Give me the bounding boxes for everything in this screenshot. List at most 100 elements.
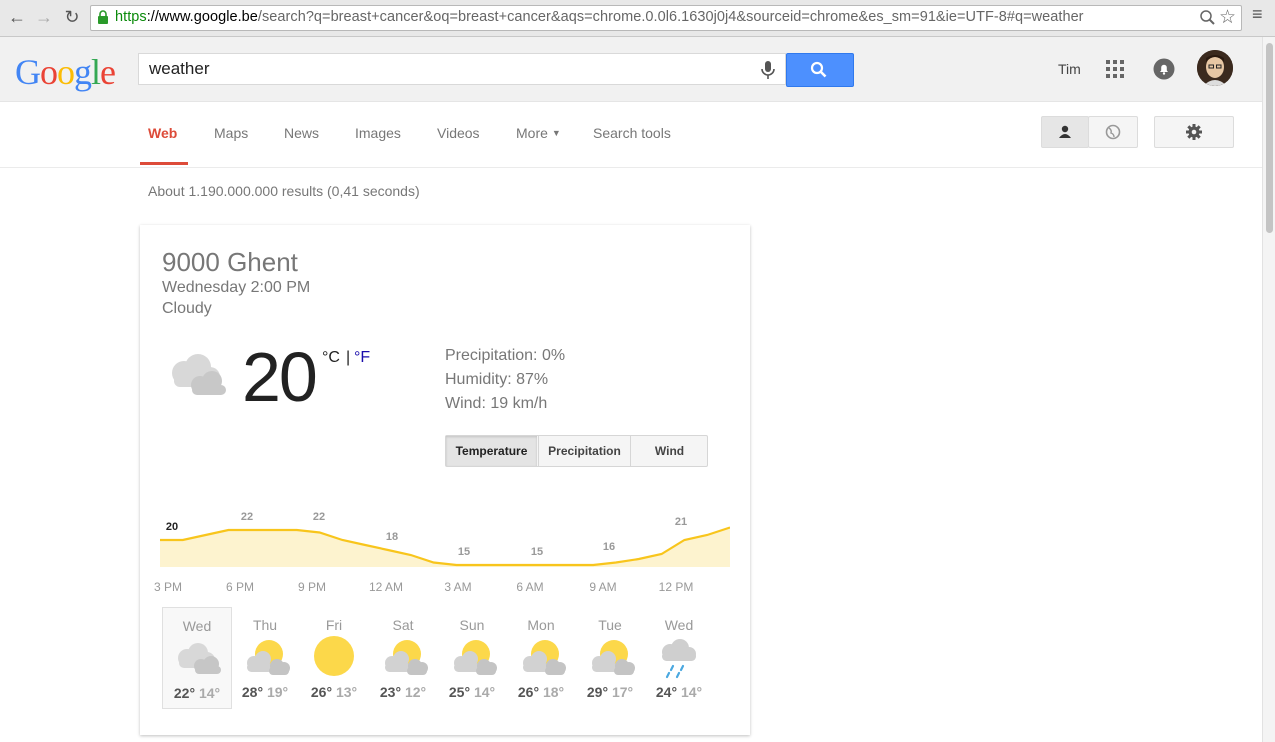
address-bar[interactable]: https://www.google.be/search?q=breast+ca… [90, 5, 1242, 31]
celsius-unit[interactable]: °C [322, 349, 340, 367]
browser-toolbar: ← → ↻ https://www.google.be/search?q=bre… [0, 0, 1275, 37]
forecast-low: 14° [680, 684, 703, 700]
forecast-day[interactable]: Wed 22° 14° [162, 607, 232, 709]
weather-datetime: Wednesday 2:00 PM [162, 279, 311, 296]
forecast-high: 22° [173, 685, 196, 701]
forecast-day[interactable]: Wed 24° 14° [645, 607, 713, 707]
forecast-high: 23° [379, 684, 402, 700]
search-tools-button[interactable]: Search tools [593, 125, 671, 141]
google-header: Google weather Tim [0, 37, 1262, 102]
cloudy-icon [178, 643, 221, 674]
partly-cloudy-icon [592, 640, 635, 675]
hide-personal-results-button[interactable] [1088, 116, 1138, 148]
profile-photo-icon [1197, 50, 1233, 86]
partly-cloudy-icon [454, 640, 497, 675]
precipitation-detail: Precipitation: 0% [445, 347, 566, 364]
time-tick-label: 6 PM [225, 580, 254, 594]
url-scheme: https [115, 9, 147, 25]
forecast-low: 12° [404, 684, 427, 700]
rain-icon [662, 639, 696, 679]
weather-card: 9000 Ghent Wednesday 2:00 PM Cloudy 20 °… [140, 225, 750, 735]
data-label: 16 [603, 541, 615, 553]
search-icon [810, 61, 827, 78]
data-label: 22 [313, 511, 325, 523]
settings-button[interactable] [1154, 116, 1234, 148]
weather-location: 9000 Ghent [162, 247, 298, 277]
gear-icon [1186, 124, 1202, 140]
forecast-day-name: Tue [598, 617, 622, 633]
unit-separator: | [346, 349, 351, 366]
search-nav: Web Maps News Images Videos More ▼ Search… [0, 102, 1262, 168]
tab-precipitation[interactable]: Precipitation [538, 436, 630, 466]
tab-temperature[interactable]: Temperature [446, 436, 537, 466]
tab-maps[interactable]: Maps [214, 125, 248, 141]
data-label: 21 [675, 516, 687, 528]
forecast-temps: 29° 17° [576, 684, 644, 700]
data-label: 20 [166, 521, 178, 533]
personal-results-button[interactable] [1041, 116, 1089, 148]
forecast-low: 19° [266, 684, 289, 700]
time-tick-label: 3 PM [153, 580, 182, 594]
search-button[interactable] [786, 53, 854, 87]
time-tick-label: 6 AM [516, 580, 544, 594]
forecast-high: 24° [655, 684, 678, 700]
forecast-high: 29° [586, 684, 609, 700]
forecast-high: 26° [310, 684, 333, 700]
person-icon [1059, 125, 1071, 138]
search-input[interactable]: weather [138, 53, 786, 85]
tab-more[interactable]: More ▼ [516, 125, 561, 141]
forecast-temps: 26° 13° [300, 684, 368, 700]
forecast-high: 26° [517, 684, 540, 700]
data-label: 22 [241, 511, 253, 523]
bookmark-star-icon[interactable]: ☆ [1219, 6, 1236, 29]
forecast-low: 13° [335, 684, 358, 700]
forecast-day-name: Fri [325, 617, 343, 633]
time-tick-label: 12 AM [368, 580, 404, 594]
weather-condition: Cloudy [162, 300, 212, 317]
zoom-icon[interactable] [1199, 9, 1217, 27]
forecast-high: 25° [448, 684, 471, 700]
user-name[interactable]: Tim [1058, 61, 1081, 77]
data-label: 18 [386, 531, 398, 543]
back-arrow-icon[interactable]: ← [6, 6, 28, 28]
menu-icon[interactable]: ≡ [1252, 4, 1263, 25]
forecast-day[interactable]: Tue 29° 17° [576, 607, 644, 707]
forecast-low: 14° [473, 684, 496, 700]
forward-arrow-icon[interactable]: → [33, 6, 55, 28]
url-path: /search?q=breast+cancer&oq=breast+cancer… [257, 9, 1084, 25]
page-scrollbar[interactable] [1262, 37, 1275, 742]
forecast-day-name: Mon [527, 617, 555, 633]
forecast-day[interactable]: Sun 25° 14° [438, 607, 506, 707]
forecast-day-name: Wed [182, 618, 212, 634]
forecast-temps: 28° 19° [231, 684, 299, 700]
fahrenheit-link[interactable]: °F [354, 349, 370, 367]
forecast-day[interactable]: Mon 26° 18° [507, 607, 575, 707]
reload-icon[interactable]: ↻ [61, 6, 83, 28]
globe-icon [1105, 124, 1121, 140]
forecast-day[interactable]: Sat 23° 12° [369, 607, 437, 707]
tab-wind[interactable]: Wind [630, 436, 708, 466]
notifications-bell-icon[interactable] [1153, 58, 1175, 80]
forecast-temps: 26° 18° [507, 684, 575, 700]
forecast-day-name: Sun [459, 617, 485, 633]
time-tick-label: 12 PM [658, 580, 694, 594]
time-tick-label: 9 AM [589, 580, 617, 594]
scrollbar-thumb[interactable] [1266, 43, 1273, 233]
forecast-low: 17° [611, 684, 634, 700]
tab-videos[interactable]: Videos [437, 125, 480, 141]
forecast-day[interactable]: Fri 26° 13° [300, 607, 368, 707]
time-tick-label: 9 PM [297, 580, 326, 594]
forecast-day[interactable]: Thu 28° 19° [231, 607, 299, 707]
partly-cloudy-icon [523, 640, 566, 675]
temperature-area [160, 527, 730, 567]
humidity-detail: Humidity: 87% [445, 371, 549, 388]
apps-grid-icon[interactable] [1105, 59, 1125, 79]
tab-web[interactable]: Web [148, 125, 177, 141]
microphone-icon[interactable] [759, 59, 777, 81]
search-query: weather [149, 59, 210, 78]
google-logo[interactable]: Google [15, 51, 116, 93]
chevron-down-icon: ▼ [551, 128, 561, 138]
avatar[interactable] [1197, 50, 1233, 86]
tab-images[interactable]: Images [355, 125, 401, 141]
tab-news[interactable]: News [284, 125, 319, 141]
